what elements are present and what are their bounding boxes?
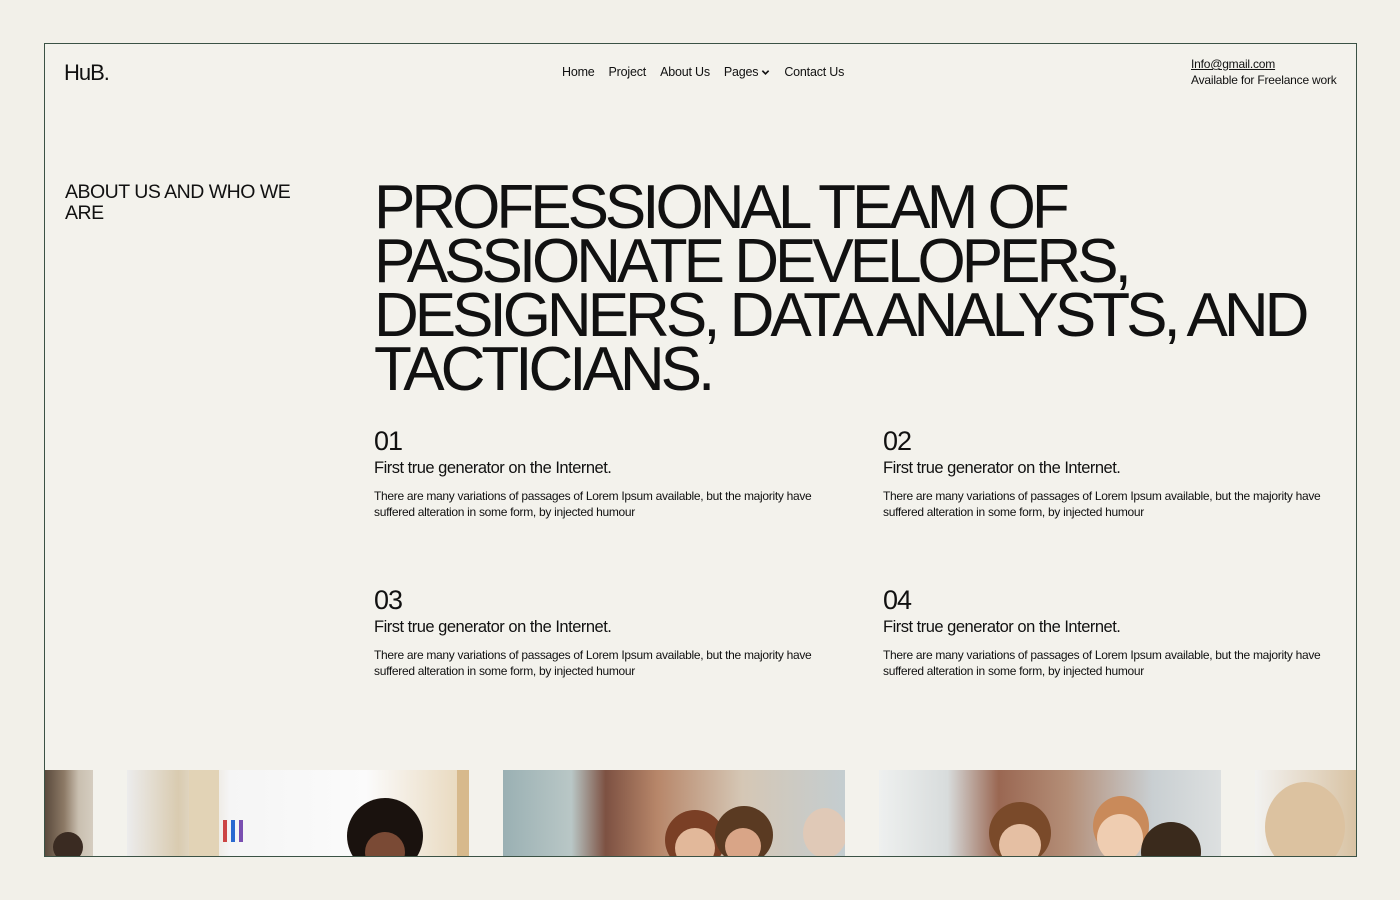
feature-item: 01 First true generator on the Internet.… <box>374 426 834 520</box>
feature-title: First true generator on the Internet. <box>374 459 612 477</box>
feature-number: 02 <box>883 426 912 456</box>
team-photo[interactable] <box>503 770 845 856</box>
nav-contact-us[interactable]: Contact Us <box>784 65 844 79</box>
contact-info: Info@gmail.com Available for Freelance w… <box>1191 56 1337 88</box>
feature-title: First true generator on the Internet. <box>883 459 1121 477</box>
nav-project[interactable]: Project <box>609 65 647 79</box>
feature-title: First true generator on the Internet. <box>883 618 1121 636</box>
feature-item: 03 First true generator on the Internet.… <box>374 585 834 679</box>
nav-home[interactable]: Home <box>562 65 595 79</box>
nav-pages-label: Pages <box>723 65 759 79</box>
team-photo[interactable] <box>127 770 469 856</box>
feature-description: There are many variations of passages of… <box>374 489 812 519</box>
nav-pages[interactable]: Pages <box>724 65 770 79</box>
team-photo[interactable] <box>879 770 1221 856</box>
nav-about-us[interactable]: About Us <box>660 65 710 79</box>
team-photo[interactable] <box>1255 770 1356 856</box>
logo[interactable]: HuB. <box>64 60 110 86</box>
feature-number: 01 <box>374 426 403 456</box>
feature-number: 04 <box>883 585 912 615</box>
feature-description: There are many variations of passages of… <box>374 648 812 678</box>
feature-item: 02 First true generator on the Internet.… <box>883 426 1343 520</box>
page-frame: HuB. Home Project About Us Pages Contact… <box>44 43 1357 857</box>
section-label: ABOUT US AND WHO WE ARE <box>65 181 291 224</box>
feature-title: First true generator on the Internet. <box>374 618 612 636</box>
feature-description: There are many variations of passages of… <box>883 648 1321 678</box>
feature-item: 04 First true generator on the Internet.… <box>883 585 1343 679</box>
main-nav: Home Project About Us Pages Contact Us <box>562 65 844 79</box>
availability-text: Available for Freelance work <box>1191 73 1337 87</box>
chevron-down-icon <box>762 69 770 75</box>
feature-number: 03 <box>374 585 403 615</box>
feature-description: There are many variations of passages of… <box>883 489 1321 519</box>
headline: PROFESSIONAL TEAM OF PASSIONATE DEVELOPE… <box>374 173 1309 404</box>
email-link[interactable]: Info@gmail.com <box>1191 56 1337 72</box>
team-photo[interactable] <box>45 770 93 856</box>
